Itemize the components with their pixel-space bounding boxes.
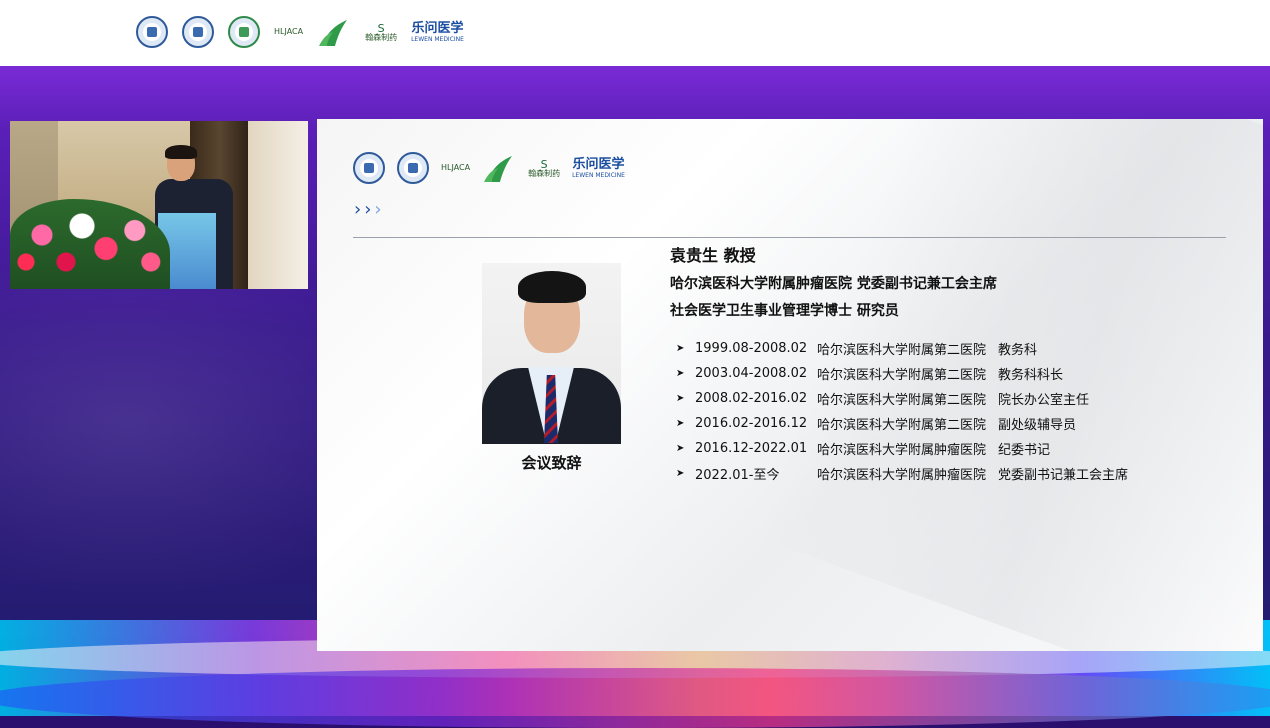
timeline-period: 1999.08-2008.02 bbox=[695, 341, 808, 356]
timeline-role: 纪委书记 bbox=[998, 443, 1051, 458]
timeline-org: 哈尔滨医科大学附属第二医院 bbox=[817, 343, 987, 358]
timeline-role: 党委副书记兼工会主席 bbox=[998, 468, 1129, 483]
university-seal-icon bbox=[353, 152, 385, 184]
timeline-role: 副处级辅导员 bbox=[998, 418, 1077, 433]
speaker-portrait bbox=[482, 263, 621, 444]
timeline-item: ➤ 2022.01-至今 哈尔滨医科大学附属肿瘤医院 党委副书记兼工会主席 bbox=[676, 461, 1128, 486]
speaker-name: 袁贵生 教授 bbox=[670, 246, 756, 265]
bullet-arrow-icon: ➤ bbox=[676, 468, 685, 479]
timeline-period: 2022.01-至今 bbox=[695, 468, 780, 483]
timeline-item: ➤ 2016.12-2022.01 哈尔滨医科大学附属肿瘤医院 纪委书记 bbox=[676, 436, 1128, 461]
top-logo-bar: HLJACA S 翰森制药 乐问医学 LEWEN MEDICINE bbox=[0, 0, 1270, 66]
career-timeline: ➤ 1999.08-2008.02 哈尔滨医科大学附属第二医院 教务科 ➤ 20… bbox=[676, 336, 1128, 486]
lewen-medicine-logo-icon: 乐问医学 LEWEN MEDICINE bbox=[411, 20, 464, 43]
green-seal-icon bbox=[228, 16, 260, 48]
timeline-role: 教务科 bbox=[998, 343, 1038, 358]
leaf-logo-icon bbox=[319, 20, 348, 46]
timeline-org: 哈尔滨医科大学附属第二医院 bbox=[817, 418, 987, 433]
flower-arrangement bbox=[10, 199, 170, 289]
header-divider bbox=[353, 237, 1226, 238]
timeline-org: 哈尔滨医科大学附属肿瘤医院 bbox=[817, 443, 987, 458]
photo-caption: 会议致辞 bbox=[521, 454, 582, 472]
hospital-seal-icon bbox=[182, 16, 214, 48]
timeline-role: 教务科科长 bbox=[998, 368, 1064, 383]
section-arrows: › › › bbox=[354, 201, 382, 219]
bullet-arrow-icon: ➤ bbox=[676, 418, 685, 429]
timeline-period: 2016.12-2022.01 bbox=[695, 441, 808, 456]
timeline-period: 2008.02-2016.02 bbox=[695, 391, 808, 406]
timeline-item: ➤ 2003.04-2008.02 哈尔滨医科大学附属第二医院 教务科科长 bbox=[676, 361, 1128, 386]
speaker-video-feed bbox=[10, 121, 308, 289]
timeline-item: ➤ 2008.02-2016.02 哈尔滨医科大学附属第二医院 院长办公室主任 bbox=[676, 386, 1128, 411]
hospital-seal-icon bbox=[397, 152, 429, 184]
leaf-logo-icon bbox=[484, 156, 513, 182]
bullet-arrow-icon: ➤ bbox=[676, 368, 685, 379]
timeline-item: ➤ 2016.02-2016.12 哈尔滨医科大学附属第二医院 副处级辅导员 bbox=[676, 411, 1128, 436]
bullet-arrow-icon: ➤ bbox=[676, 393, 685, 404]
chevron-right-icon: › bbox=[354, 199, 362, 220]
video-window bbox=[248, 121, 308, 289]
timeline-period: 2003.04-2008.02 bbox=[695, 366, 808, 381]
pharma-logo-icon: S 翰森制药 bbox=[365, 21, 398, 42]
speaker-position: 哈尔滨医科大学附属肿瘤医院 党委副书记兼工会主席 bbox=[670, 276, 997, 292]
association-wheat-logo-icon: HLJACA bbox=[441, 163, 471, 172]
timeline-role: 院长办公室主任 bbox=[998, 393, 1090, 408]
bullet-arrow-icon: ➤ bbox=[676, 343, 685, 354]
top-logo-row: HLJACA S 翰森制药 乐问医学 LEWEN MEDICINE bbox=[136, 16, 464, 48]
timeline-org: 哈尔滨医科大学附属肿瘤医院 bbox=[817, 468, 987, 483]
chevron-right-icon: › bbox=[374, 199, 382, 220]
timeline-org: 哈尔滨医科大学附属第二医院 bbox=[817, 393, 987, 408]
speaker-degree: 社会医学卫生事业管理学博士 研究员 bbox=[670, 303, 899, 319]
association-wheat-logo-icon: HLJACA bbox=[274, 27, 304, 36]
chevron-right-icon: › bbox=[364, 199, 372, 220]
timeline-period: 2016.02-2016.12 bbox=[695, 416, 808, 431]
slide-logo-row: HLJACA S 翰森制药 乐问医学 LEWEN MEDICINE bbox=[353, 152, 625, 184]
bullet-arrow-icon: ➤ bbox=[676, 443, 685, 454]
pharma-logo-icon: S 翰森制药 bbox=[528, 157, 561, 178]
timeline-org: 哈尔滨医科大学附属第二医院 bbox=[817, 368, 987, 383]
lewen-medicine-logo-icon: 乐问医学 LEWEN MEDICINE bbox=[572, 156, 625, 179]
university-seal-icon bbox=[136, 16, 168, 48]
timeline-item: ➤ 1999.08-2008.02 哈尔滨医科大学附属第二医院 教务科 bbox=[676, 336, 1128, 361]
